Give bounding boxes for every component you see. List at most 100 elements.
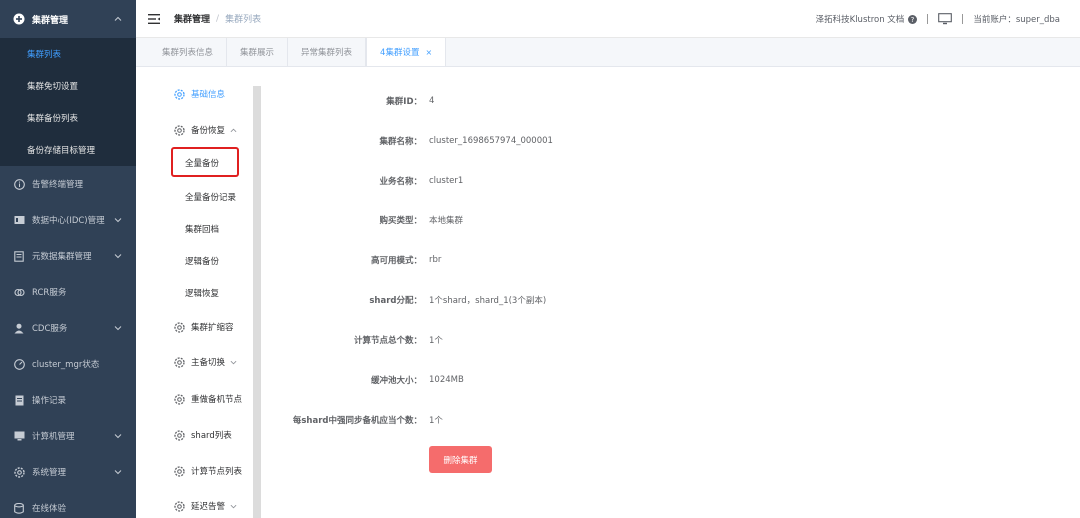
breadcrumb-cluster-list: 集群列表 — [225, 15, 262, 25]
detail-row-business-name: 业务名称： cluster1 — [270, 174, 870, 188]
hamburger-icon[interactable] — [148, 13, 160, 24]
close-icon[interactable]: × — [425, 48, 432, 57]
detail-label: 集群ID： — [386, 97, 422, 107]
sidebar-item-switch-settings[interactable]: 集群免切设置 — [0, 70, 136, 102]
submenu-child-logical-backup[interactable]: 逻辑备份 — [185, 255, 219, 267]
docs-link[interactable]: 泽拓科技Klustron 文档 — [816, 13, 905, 25]
sidebar-item-oplog[interactable]: 操作记录 — [0, 382, 136, 418]
detail-value: cluster1 — [429, 176, 464, 186]
detail-label: 购买类型： — [379, 216, 422, 226]
top-header: 集群管理 / 集群列表 泽拓科技Klustron 文档 ? 当前账户：super… — [136, 0, 1080, 38]
sidebar-group-cluster[interactable]: 集群管理 — [0, 0, 136, 38]
detail-row-compute-nodes: 计算节点总个数： 1个 — [270, 333, 870, 347]
detail-row-shard-allocation: shard分配： 1个shard，shard_1(3个副本) — [270, 293, 870, 307]
monitor-icon[interactable] — [938, 13, 953, 25]
detail-row-cluster-id: 集群ID： 4 — [270, 94, 870, 108]
tab-label: 异常集群列表 — [301, 48, 353, 58]
submenu-item-shard-list[interactable]: shard列表 — [174, 429, 232, 441]
submenu-item-label: 主备切换 — [191, 358, 226, 368]
chevron-down-icon — [114, 470, 122, 475]
submenu-item-delay-alarm[interactable]: 延迟告警 — [174, 500, 237, 512]
submenu-child-full-backup[interactable]: 全量备份 — [185, 157, 219, 169]
submenu-item-backup-restore[interactable]: 备份恢复 — [174, 124, 237, 136]
detail-value: rbr — [429, 255, 442, 265]
detail-row-buffer-pool: 缓冲池大小： 1024MB — [270, 373, 870, 387]
gear-icon — [174, 321, 185, 333]
tab-cluster-settings[interactable]: 4集群设置 × — [366, 38, 447, 66]
detail-value: 本地集群 — [429, 216, 464, 226]
sidebar-item-label: 系统管理 — [32, 468, 67, 478]
user-icon — [12, 321, 26, 335]
delete-cluster-button[interactable]: 删除集群 — [429, 446, 492, 473]
sidebar-item-computer[interactable]: 计算机管理 — [0, 418, 136, 454]
detail-row-sync-replicas: 每shard中强同步备机应当个数： 1个 — [270, 413, 870, 427]
detail-label: 计算节点总个数： — [353, 336, 422, 346]
sidebar: 集群管理 集群列表 集群免切设置 集群备份列表 备份存储目标管理 告警终端管理 … — [0, 0, 136, 518]
detail-label: shard分配： — [369, 296, 422, 306]
breadcrumb-cluster-management[interactable]: 集群管理 — [174, 12, 210, 25]
chevron-down-icon — [114, 218, 122, 223]
gear-icon — [174, 124, 185, 136]
sidebar-item-alarm[interactable]: 告警终端管理 — [0, 166, 136, 202]
detail-row-ha-mode: 高可用模式： rbr — [270, 253, 870, 267]
sidebar-item-cluster-mgr[interactable]: cluster_mgr状态 — [0, 346, 136, 382]
detail-value: 1个shard，shard_1(3个副本) — [429, 296, 547, 306]
detail-label: 集群名称： — [379, 137, 422, 147]
submenu-child-full-backup-records[interactable]: 全量备份记录 — [185, 191, 236, 203]
chevron-down-icon — [230, 360, 237, 364]
chevron-up-icon — [230, 128, 237, 132]
submenu-item-compute-nodes[interactable]: 计算节点列表 — [174, 465, 242, 477]
help-icon[interactable]: ? — [908, 14, 918, 24]
tab-cluster-list-info[interactable]: 集群列表信息 — [149, 38, 228, 66]
metadata-icon — [12, 249, 26, 263]
submenu-item-label: 重做备机节点 — [191, 395, 243, 405]
sidebar-item-label: 计算机管理 — [32, 432, 75, 442]
sidebar-item-backup-storage[interactable]: 备份存储目标管理 — [0, 134, 136, 166]
sidebar-item-system[interactable]: 系统管理 — [0, 454, 136, 490]
sidebar-item-metadata[interactable]: 元数据集群管理 — [0, 238, 136, 274]
sidebar-item-idc[interactable]: 数据中心(IDC)管理 — [0, 202, 136, 238]
header-divider — [962, 14, 964, 24]
gear-icon — [174, 393, 185, 405]
gear-icon — [12, 465, 26, 479]
chevron-down-icon — [114, 254, 122, 259]
sidebar-item-label: 在线体验 — [32, 504, 67, 514]
tab-abnormal-cluster-list[interactable]: 异常集群列表 — [288, 38, 367, 66]
sidebar-item-online-trial[interactable]: 在线体验 — [0, 490, 136, 518]
sidebar-item-label: CDC服务 — [32, 324, 68, 334]
plus-circle-icon — [12, 12, 26, 26]
sidebar-item-cdc[interactable]: CDC服务 — [0, 310, 136, 346]
detail-label: 每shard中强同步备机应当个数： — [292, 416, 422, 426]
detail-value: 1个 — [429, 336, 443, 346]
sidebar-item-rcr[interactable]: RCR服务 — [0, 274, 136, 310]
submenu-scrollbar[interactable] — [253, 86, 261, 518]
tab-bar: 集群列表信息 集群展示 异常集群列表 4集群设置 × — [136, 38, 1080, 67]
submenu-child-logical-restore[interactable]: 逻辑恢复 — [185, 287, 219, 299]
detail-label: 高可用模式： — [370, 256, 422, 266]
chevron-up-icon — [114, 16, 122, 21]
tab-cluster-display[interactable]: 集群展示 — [227, 38, 289, 66]
detail-value: cluster_1698657974_000001 — [429, 136, 553, 146]
sidebar-item-label: 集群免切设置 — [27, 82, 79, 92]
detail-label: 缓冲池大小： — [370, 376, 422, 386]
computer-icon — [12, 429, 26, 443]
submenu-item-basic-info[interactable]: 基础信息 — [174, 88, 225, 100]
submenu-item-rebuild-replica[interactable]: 重做备机节点 — [174, 393, 242, 405]
submenu-item-label: shard列表 — [191, 431, 232, 441]
sidebar-item-label: 操作记录 — [32, 396, 67, 406]
sidebar-item-label: 告警终端管理 — [32, 180, 84, 190]
sidebar-item-backup-list[interactable]: 集群备份列表 — [0, 102, 136, 134]
submenu-item-switchover[interactable]: 主备切换 — [174, 356, 237, 368]
sidebar-item-cluster-list[interactable]: 集群列表 — [0, 38, 136, 70]
submenu-item-scaling[interactable]: 集群扩缩容 — [174, 321, 234, 333]
detail-row-cluster-name: 集群名称： cluster_1698657974_000001 — [270, 134, 870, 148]
header-right: 泽拓科技Klustron 文档 ? 当前账户：super_dba — [816, 0, 1060, 38]
breadcrumb-separator: / — [216, 13, 220, 24]
tab-label: 集群展示 — [240, 48, 275, 58]
detail-value: 1个 — [429, 416, 443, 426]
gear-icon — [174, 429, 185, 441]
sidebar-item-label: RCR服务 — [32, 288, 67, 298]
submenu-child-cluster-rollback[interactable]: 集群回档 — [185, 223, 219, 235]
account-label[interactable]: 当前账户：super_dba — [973, 13, 1060, 25]
sidebar-item-label: 集群列表 — [27, 50, 62, 60]
